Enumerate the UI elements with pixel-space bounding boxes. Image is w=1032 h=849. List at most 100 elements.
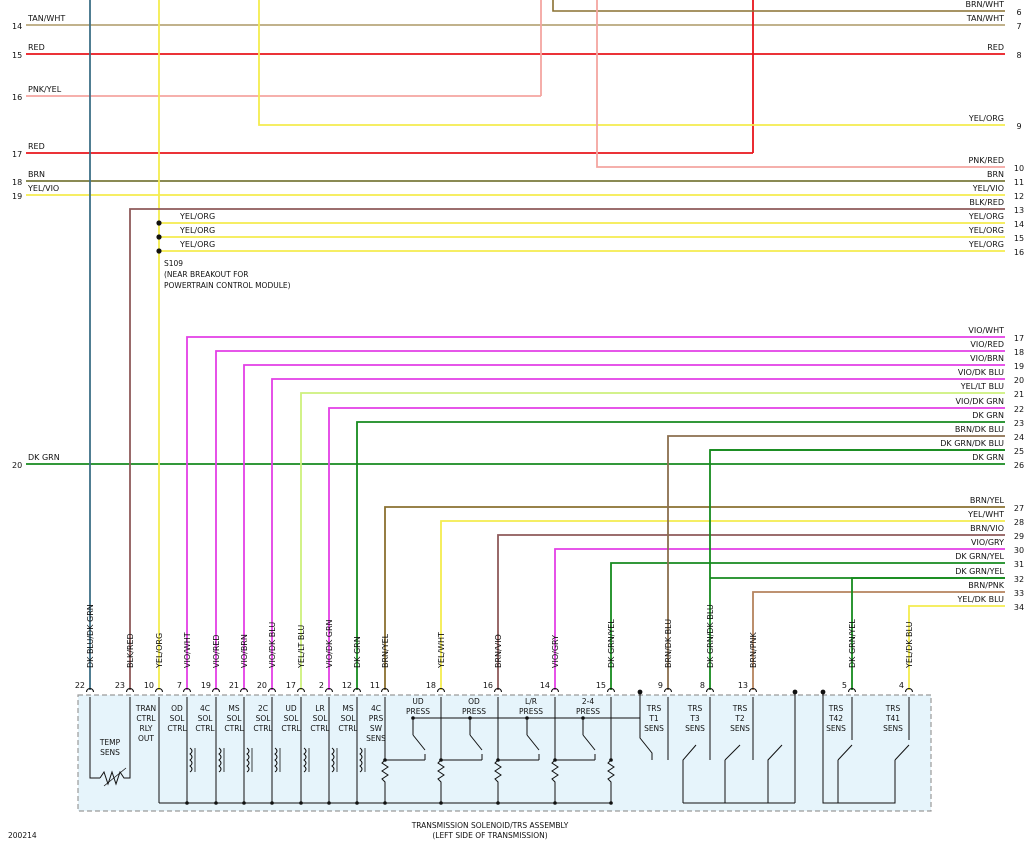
- component-label: CTRL: [195, 724, 215, 733]
- right-pin-number: 14: [1014, 220, 1024, 229]
- bus-dot: [270, 801, 274, 805]
- right-wire-label: BRN/DK BLU: [955, 425, 1004, 434]
- right-wire-label: VIO/DK BLU: [958, 368, 1004, 377]
- right-pin-number: 23: [1014, 419, 1024, 428]
- component-label: UD: [412, 697, 423, 706]
- left-wire-label: RED: [28, 43, 45, 52]
- right-wire-label: YEL/LT BLU: [960, 382, 1004, 391]
- bus-dot: [468, 716, 472, 720]
- connector-pin-terminal: [267, 687, 277, 693]
- connector-wire-label: DK GRN/YEL: [607, 619, 616, 668]
- connector-wire-label: VIO/BRN: [240, 634, 249, 668]
- bus-dot: [355, 801, 359, 805]
- connector-pin-terminal: [436, 687, 446, 693]
- component-label: SOL: [256, 714, 272, 723]
- connector-pin-number: 12: [342, 681, 352, 690]
- connector-pin-number: 14: [540, 681, 550, 690]
- component-label: TRS: [732, 704, 748, 713]
- right-wire-label: YEL/ORG: [968, 114, 1004, 123]
- component-label: TRS: [828, 704, 844, 713]
- bus-dot: [383, 801, 387, 805]
- component-label: L/R: [525, 697, 537, 706]
- right-wire-label: BLK/RED: [969, 198, 1004, 207]
- connector-pin-terminal: [380, 687, 390, 693]
- connector-pin-terminal: [904, 687, 914, 693]
- bus-dot: [525, 716, 529, 720]
- right-pin-number: 15: [1014, 234, 1024, 243]
- right-pin-number: 27: [1014, 504, 1024, 513]
- component-label: 2C: [258, 704, 268, 713]
- component-label: TRS: [687, 704, 703, 713]
- connector-pin-number: 13: [738, 681, 748, 690]
- right-pin-number: 6: [1016, 8, 1021, 17]
- component-label: PRESS: [462, 707, 486, 716]
- component-label: OD: [171, 704, 183, 713]
- connector-wire-label: DK BLU/DK GRN: [86, 604, 95, 668]
- pressure-node: [609, 758, 613, 762]
- right-pin-number: 19: [1014, 362, 1024, 371]
- component-label: TRAN: [135, 704, 156, 713]
- connector-pin-terminal: [154, 687, 164, 693]
- component-label: SENS: [366, 734, 386, 743]
- bus-dot: [553, 801, 557, 805]
- connector-pin-terminal: [211, 687, 221, 693]
- connector-pin-terminal: [182, 687, 192, 693]
- component-label: SOL: [313, 714, 329, 723]
- figure-id: 200214: [8, 831, 37, 840]
- right-wire-label: BRN/WHT: [965, 0, 1004, 9]
- connector-pin-number: 20: [257, 681, 267, 690]
- ground-dot: [792, 689, 798, 695]
- bus-dot: [609, 801, 613, 805]
- bus-dot: [581, 716, 585, 720]
- connector-pin-number: 8: [700, 681, 705, 690]
- right-wire-label: YEL/ORG: [968, 226, 1004, 235]
- connector-pin-terminal: [748, 687, 758, 693]
- left-wire-label: BRN: [28, 170, 45, 179]
- component-label: SENS: [826, 724, 846, 733]
- component-label: 4C: [200, 704, 210, 713]
- connector-wire-label: BLK/RED: [126, 633, 135, 668]
- connector-pin-terminal: [352, 687, 362, 693]
- right-pin-number: 12: [1014, 192, 1024, 201]
- connector-pin-number: 21: [229, 681, 239, 690]
- component-label: MS: [342, 704, 353, 713]
- splice-dot: [156, 234, 162, 240]
- wire-to-connector: [186, 336, 1005, 690]
- component-label: CTRL: [310, 724, 330, 733]
- right-wire-label: YEL/DK BLU: [957, 595, 1005, 604]
- splice-name: S109: [164, 259, 183, 268]
- right-wire-label: VIO/WHT: [968, 326, 1004, 335]
- left-pin-number: 19: [12, 192, 22, 201]
- connector-pin-terminal: [493, 687, 503, 693]
- component-label: SENS: [685, 724, 705, 733]
- component-label: T2: [734, 714, 745, 723]
- right-wire-label: DK GRN: [972, 453, 1004, 462]
- right-wire-label: BRN: [987, 170, 1004, 179]
- right-pin-number: 24: [1014, 433, 1024, 442]
- component-label: MS: [228, 704, 239, 713]
- wire-yel-org: [258, 0, 1005, 126]
- assembly-title: TRANSMISSION SOLENOID/TRS ASSEMBLY: [411, 821, 569, 830]
- bus-dot: [185, 801, 189, 805]
- connector-pin-number: 22: [75, 681, 85, 690]
- component-label: SW: [370, 724, 383, 733]
- right-pin-number: 21: [1014, 390, 1024, 399]
- right-pin-number: 18: [1014, 348, 1024, 357]
- component-label: T1: [648, 714, 659, 723]
- connector-pin-terminal: [847, 687, 857, 693]
- left-pin-number: 14: [12, 22, 22, 31]
- right-wire-label: BRN/PNK: [968, 581, 1005, 590]
- right-wire-label: DK GRN: [972, 411, 1004, 420]
- wire-to-connector: [300, 392, 1005, 690]
- bus-dot: [439, 801, 443, 805]
- wiring-diagram: 14 TAN/WHT 15 RED 16 PNK/YEL 17 RED 18 BRN 19 YEL/V…: [8, 0, 1024, 840]
- right-wire-label: YEL/ORG: [968, 240, 1004, 249]
- right-wire-label: BRN/VIO: [970, 524, 1004, 533]
- connector-pin-number: 17: [286, 681, 296, 690]
- connector-pin-number: 7: [177, 681, 182, 690]
- connector-wire-label: VIO/DK BLU: [268, 622, 277, 668]
- bus-dot: [327, 801, 331, 805]
- component-label: CTRL: [224, 724, 244, 733]
- left-pin-number: 17: [12, 150, 22, 159]
- right-pin-number: 10: [1014, 164, 1024, 173]
